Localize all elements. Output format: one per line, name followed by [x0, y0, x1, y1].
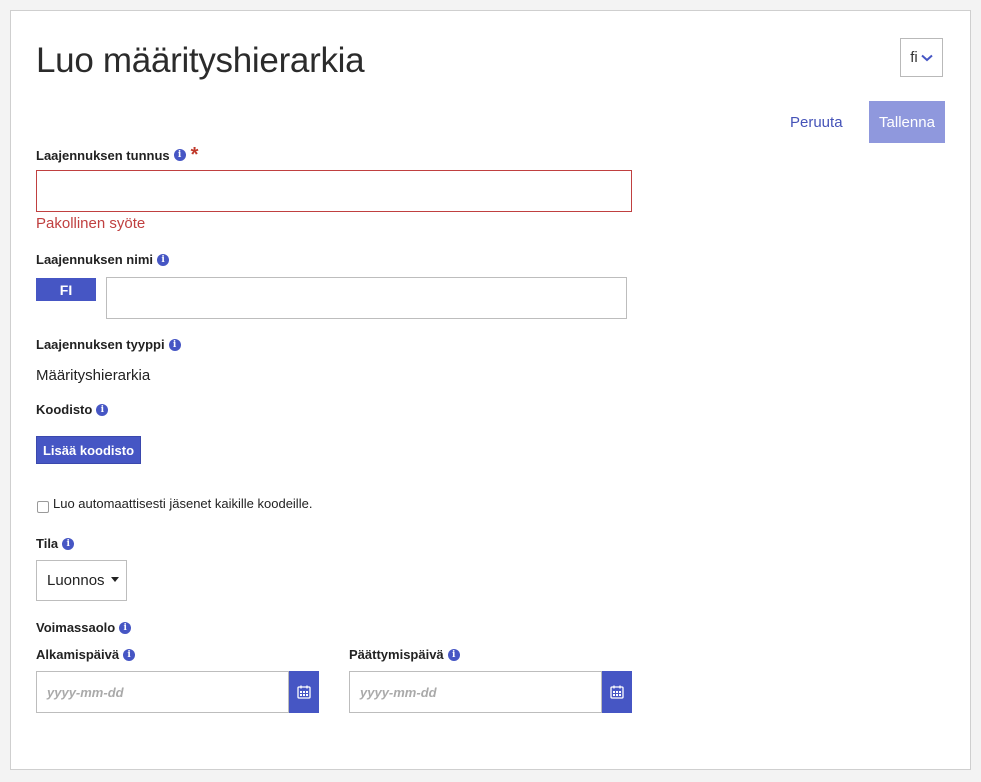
type-label: Laajennuksen tyyppi [36, 337, 165, 352]
validity-label-row: Voimassaolo i [36, 620, 132, 635]
save-button[interactable]: Tallenna [869, 101, 945, 143]
language-select[interactable]: fi [900, 38, 943, 77]
name-language-tag: FI [36, 278, 96, 301]
auto-members-label[interactable]: Luo automaattisesti jäsenet kaikille koo… [53, 496, 312, 511]
start-date-input[interactable]: yyyy-mm-dd [36, 671, 289, 713]
name-label-row: Laajennuksen nimi i [36, 252, 170, 267]
codelist-label: Koodisto [36, 402, 93, 417]
status-select[interactable]: Luonnos [36, 560, 127, 601]
end-date-label-row: Päättymispäivä i [349, 647, 460, 662]
cancel-button[interactable]: Peruuta [790, 114, 843, 131]
start-date-placeholder: yyyy-mm-dd [47, 684, 124, 700]
calendar-icon [297, 685, 311, 699]
validity-label: Voimassaolo [36, 620, 116, 635]
auto-members-checkbox[interactable] [37, 501, 49, 513]
start-date-label: Alkamispäivä [36, 647, 120, 662]
required-icon: * [190, 144, 199, 166]
id-input[interactable] [36, 170, 632, 212]
status-label: Tila [36, 536, 59, 551]
info-icon[interactable]: i [119, 621, 132, 634]
codelist-label-row: Koodisto i [36, 402, 109, 417]
start-date-picker-button[interactable] [289, 671, 319, 713]
type-label-row: Laajennuksen tyyppi i [36, 337, 181, 352]
info-icon[interactable]: i [173, 149, 186, 161]
page-title: Luo määrityshierarkia [36, 41, 365, 80]
add-codelist-button[interactable]: Lisää koodisto [36, 436, 141, 464]
caret-down-icon [110, 577, 119, 582]
end-date-picker-button[interactable] [602, 671, 632, 713]
info-icon[interactable]: i [157, 253, 170, 266]
name-input[interactable] [106, 277, 627, 319]
id-label-row: Laajennuksen tunnus i * [36, 145, 198, 165]
id-error-message: Pakollinen syöte [36, 215, 146, 232]
id-label: Laajennuksen tunnus [36, 147, 170, 163]
name-label: Laajennuksen nimi [36, 252, 154, 267]
chevron-down-icon [921, 54, 933, 61]
info-icon[interactable]: i [96, 403, 109, 416]
info-icon[interactable]: i [62, 537, 75, 550]
end-date-input[interactable]: yyyy-mm-dd [349, 671, 602, 713]
calendar-icon [610, 685, 624, 699]
info-icon[interactable]: i [123, 648, 136, 661]
status-label-row: Tila i [36, 536, 75, 551]
end-date-label: Päättymispäivä [349, 647, 444, 662]
form-panel: Luo määrityshierarkia fi Peruuta Tallenn… [10, 10, 971, 770]
type-value: Määrityshierarkia [36, 367, 151, 384]
end-date-placeholder: yyyy-mm-dd [360, 684, 437, 700]
info-icon[interactable]: i [447, 648, 460, 661]
start-date-label-row: Alkamispäivä i [36, 647, 136, 662]
status-value: Luonnos [47, 572, 105, 589]
info-icon[interactable]: i [168, 338, 181, 351]
language-value: fi [910, 49, 918, 66]
